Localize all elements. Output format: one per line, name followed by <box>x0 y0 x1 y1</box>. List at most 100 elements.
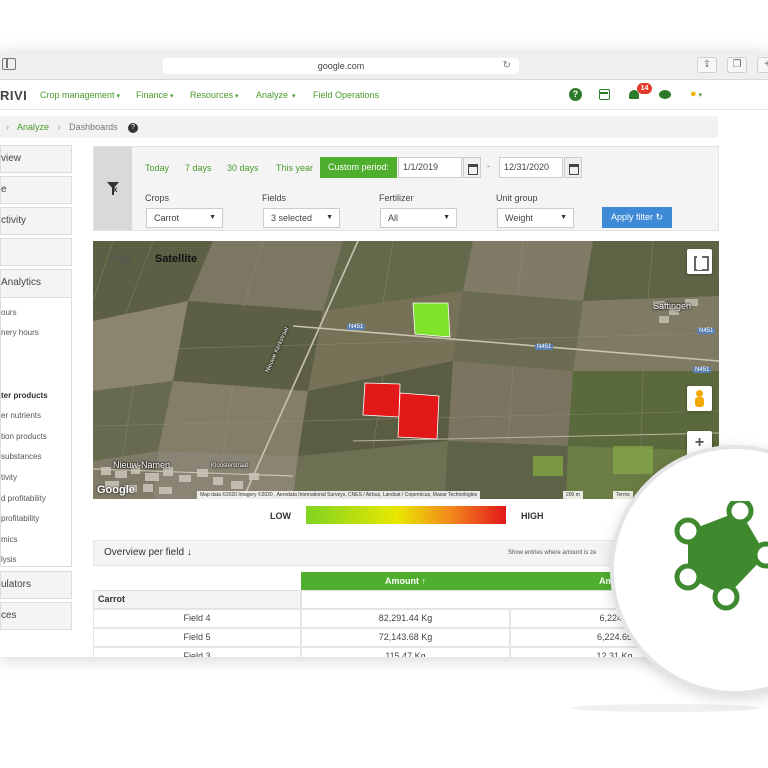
help-icon[interactable]: ? <box>128 122 139 133</box>
app-navbar: RIVI Crop management ▾ Finance ▾ Resources… <box>0 80 768 110</box>
nav-resources-label: Resources <box>190 90 234 100</box>
sidebar-subitem[interactable]: tion products <box>1 432 47 441</box>
map-tab-map[interactable]: Map <box>98 247 144 271</box>
map-field-field-4[interactable] <box>362 382 401 418</box>
fertilizer-label: Fertilizer <box>379 193 414 203</box>
nav-analyze-label: Analyze <box>256 90 289 100</box>
share-icon[interactable]: ⇪ <box>697 57 717 73</box>
sidebar-subitem[interactable]: lysis <box>1 555 17 564</box>
caret-down-icon: ▼ <box>326 214 333 221</box>
browser-toolbar: google.com ↻ ⇪ ❐ + <box>0 52 768 80</box>
crops-select[interactable]: Carrot ▼ <box>146 208 223 228</box>
sidebar-subitem[interactable]: mics <box>1 535 17 544</box>
apply-filter-button[interactable]: Apply filter ↻ <box>602 207 672 228</box>
date-to-input[interactable]: 12/31/2020 <box>499 157 563 178</box>
column-header-amount[interactable]: Amount ↑ <box>301 572 510 590</box>
nav-resources[interactable]: Resources ▾ <box>190 90 239 100</box>
date-separator: - <box>487 161 490 171</box>
unit-group-select[interactable]: Weight ▼ <box>497 208 574 228</box>
sidebar-subitem[interactable]: d profitability <box>1 494 46 503</box>
map-field-field-3[interactable] <box>412 302 451 338</box>
sidebar-item-2[interactable]: e <box>0 176 72 204</box>
filter-panel: x Today 7 days 30 days This year Custom … <box>93 146 719 231</box>
caret-down-icon: ▼ <box>443 214 450 221</box>
period-custom[interactable]: Custom period: <box>320 157 398 178</box>
table-cell-amount: 82,291.44 Kg <box>301 609 510 628</box>
caret-down-icon: ▾ <box>235 93 239 100</box>
sidebar-section-analytics: Analytics ours nery hours ter products e… <box>0 269 72 567</box>
breadcrumb: › Analyze › Dashboards ? <box>0 116 718 138</box>
show-entries-toggle[interactable]: Show entries where amount is ze <box>508 550 596 556</box>
fertilizer-select[interactable]: All ▼ <box>380 208 457 228</box>
decorative-shadow <box>570 704 760 712</box>
breadcrumb-analyze[interactable]: Analyze <box>17 122 49 132</box>
nav-analyze[interactable]: Analyze ▾ <box>256 90 296 100</box>
caret-down-icon: ▾ <box>170 93 174 100</box>
sidebar-item-analytics[interactable]: Analytics <box>1 270 71 298</box>
fields-label: Fields <box>262 193 287 203</box>
map-label-saftingen: Saftingen <box>653 301 692 311</box>
sidebar-subitem[interactable]: nery hours <box>1 328 39 337</box>
chat-bubble-shape <box>659 90 671 99</box>
road-badge: N451 <box>347 324 366 330</box>
period-today[interactable]: Today <box>145 163 169 173</box>
map-scale[interactable]: 200 m <box>563 491 583 499</box>
sort-down-arrow-icon: ↓ <box>186 547 192 558</box>
period-7-days[interactable]: 7 days <box>185 163 212 173</box>
sidebar-item-overview[interactable]: view <box>0 145 72 173</box>
map-field-field-5[interactable] <box>397 392 440 440</box>
nav-finance[interactable]: Finance ▾ <box>136 90 174 100</box>
sidebar-subitem[interactable]: ours <box>1 308 17 317</box>
fullscreen-icon[interactable] <box>687 249 712 274</box>
satellite-map[interactable]: Map Satellite + Saftingen Nieuw-Namen Kl… <box>93 241 719 499</box>
caret-down-icon: ▾ <box>290 93 296 100</box>
date-from-input[interactable]: 1/1/2019 <box>398 157 462 178</box>
map-attribution: Map data ©2020 Imagery ©2020 , Aerodata … <box>197 491 481 499</box>
calendar-icon[interactable] <box>463 157 481 178</box>
caret-down-icon: ▼ <box>209 214 216 221</box>
breadcrumb-dashboards: Dashboards <box>69 122 118 132</box>
sidebar-subitem[interactable]: tivity <box>1 473 17 482</box>
user-avatar-icon: ● <box>690 88 697 100</box>
calendar-icon[interactable] <box>564 157 582 178</box>
google-logo: Google <box>97 484 135 496</box>
notification-badge: 14 <box>637 83 652 94</box>
fields-select-value: 3 selected <box>271 213 313 223</box>
sidebar-toggle-icon[interactable] <box>2 58 16 70</box>
user-menu[interactable]: ● ▾ <box>690 88 703 101</box>
sidebar-subitem[interactable]: substances <box>1 452 41 461</box>
reload-icon[interactable]: ↻ <box>503 58 511 74</box>
table-cell-amount: 72,143.68 Kg <box>301 628 510 647</box>
nav-crop-management[interactable]: Crop management ▾ <box>40 90 120 100</box>
add-tab-icon[interactable]: + <box>757 57 768 73</box>
sidebar-item-calculators[interactable]: ulators <box>0 571 72 599</box>
chat-icon[interactable] <box>659 88 672 101</box>
map-tab-satellite[interactable]: Satellite <box>144 247 208 271</box>
street-view-pegman-icon[interactable] <box>687 386 712 411</box>
sidebar-subitem[interactable]: er nutrients <box>1 411 41 420</box>
nav-field-operations-label: Field Operations <box>313 90 380 100</box>
address-bar-url: google.com <box>317 61 365 71</box>
nav-field-operations[interactable]: Field Operations <box>313 90 379 100</box>
sidebar-item-prices[interactable]: ces <box>0 602 72 630</box>
fields-select[interactable]: 3 selected ▼ <box>263 208 340 228</box>
map-terms-link[interactable]: Terms <box>613 491 633 499</box>
sidebar-subitem[interactable]: profitability <box>1 514 39 523</box>
field-polygon-logo-icon <box>674 501 768 611</box>
address-bar[interactable]: google.com ↻ <box>163 58 519 74</box>
road-badge: N451 <box>697 328 716 334</box>
overview-title: Overview per field ↓ <box>104 547 192 558</box>
tabs-icon[interactable]: ❐ <box>727 57 747 73</box>
help-icon[interactable]: ? <box>569 88 582 101</box>
period-30-days[interactable]: 30 days <box>227 163 259 173</box>
period-this-year[interactable]: This year <box>276 163 313 173</box>
sidebar-item-4[interactable] <box>0 238 72 266</box>
caret-down-icon: ▾ <box>698 92 703 99</box>
clear-filter-button[interactable]: x <box>94 147 132 230</box>
sidebar-item-activity[interactable]: ctivity <box>0 207 72 235</box>
caret-down-icon: ▾ <box>116 93 121 100</box>
table-cell-field: Field 5 <box>93 628 301 647</box>
crops-label: Crops <box>145 193 170 203</box>
app-logo[interactable]: RIVI <box>0 88 27 103</box>
calendar-icon[interactable] <box>599 89 610 100</box>
